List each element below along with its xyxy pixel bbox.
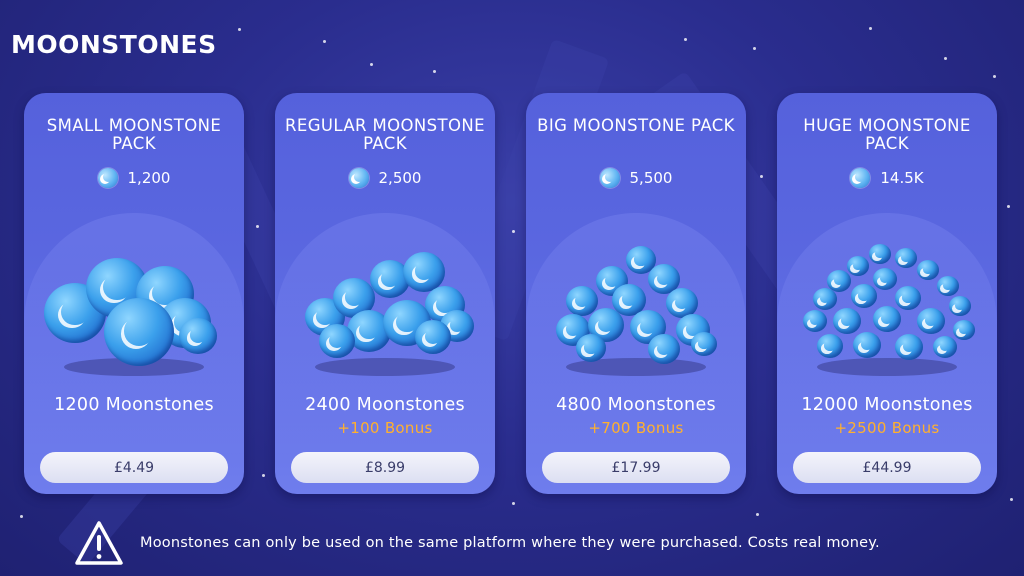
buy-button[interactable]: £8.99 [291, 452, 479, 483]
bonus-label: +2500 Bonus [834, 419, 940, 437]
currency-amount: 14.5K [880, 169, 924, 187]
moon-icon [599, 168, 620, 188]
pack-name: HUGE MOONSTONE PACK [803, 116, 971, 153]
page-title: MOONSTONES [11, 30, 217, 59]
moon-icon [348, 168, 369, 188]
currency-amount-row: 5,500 [526, 168, 746, 188]
moonstone-quantity: 4800 Moonstones [556, 395, 716, 415]
pack-name: REGULAR MOONSTONE PACK [285, 116, 485, 153]
buy-button[interactable]: £44.99 [793, 452, 981, 483]
moonstone-pile-image [526, 238, 746, 378]
pack-card-small[interactable]: SMALL MOONSTONE PACK 1,200 1200 Moonston… [24, 93, 244, 494]
pack-card-regular[interactable]: REGULAR MOONSTONE PACK 2,500 2400 Moonst… [275, 93, 495, 494]
currency-amount: 2,500 [378, 169, 422, 187]
pack-name: BIG MOONSTONE PACK [537, 116, 735, 135]
pack-card-big[interactable]: BIG MOONSTONE PACK 5,500 4800 Moonstones… [526, 93, 746, 494]
currency-amount-row: 1,200 [24, 168, 244, 188]
bonus-label: +100 Bonus [337, 419, 433, 437]
currency-amount-row: 2,500 [275, 168, 495, 188]
moon-icon [97, 168, 118, 188]
buy-button[interactable]: £4.49 [40, 452, 228, 483]
platform-notice: Moonstones can only be used on the same … [74, 518, 880, 568]
moonstone-pile-image [777, 238, 997, 378]
moonstone-quantity: 1200 Moonstones [54, 395, 214, 415]
moonstone-pile-image [24, 238, 244, 378]
currency-amount-row: 14.5K [777, 168, 997, 188]
buy-button[interactable]: £17.99 [542, 452, 730, 483]
bonus-label: +700 Bonus [588, 419, 684, 437]
moonstone-quantity: 12000 Moonstones [801, 395, 973, 415]
notice-text: Moonstones can only be used on the same … [140, 535, 880, 551]
moonstone-quantity: 2400 Moonstones [305, 395, 465, 415]
currency-amount: 5,500 [629, 169, 673, 187]
warning-icon [75, 521, 123, 565]
moonstone-pile-image [275, 238, 495, 378]
currency-amount: 1,200 [127, 169, 171, 187]
pack-name: SMALL MOONSTONE PACK [46, 116, 222, 153]
moon-icon [850, 168, 871, 188]
pack-card-huge[interactable]: HUGE MOONSTONE PACK 14.5K 12000 Moonston… [777, 93, 997, 494]
